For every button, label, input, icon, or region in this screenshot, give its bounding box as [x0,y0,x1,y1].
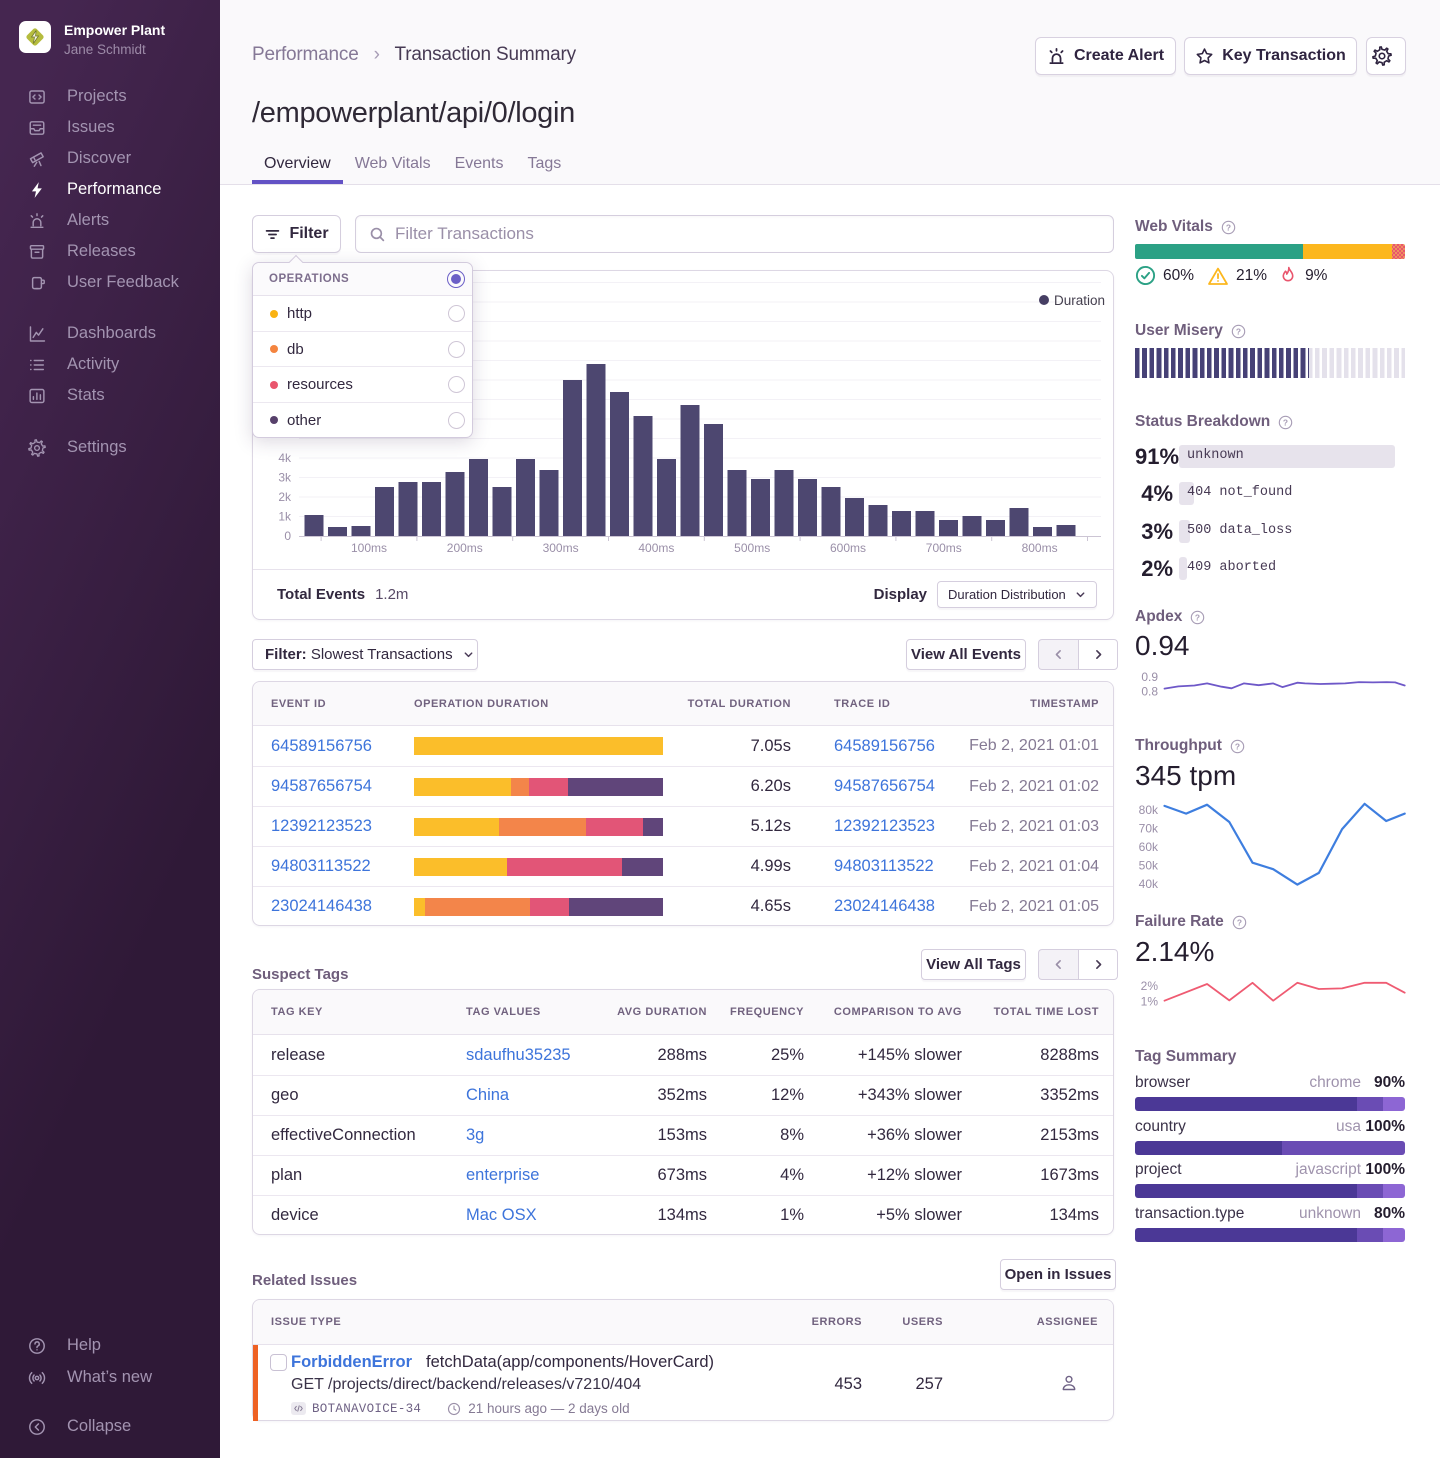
svg-text:80k: 80k [1139,803,1159,817]
svg-text:40k: 40k [1139,877,1159,891]
svg-text:1%: 1% [1141,995,1159,1009]
svg-text:?: ? [1236,326,1241,336]
svg-text:70k: 70k [1139,822,1159,836]
svg-text:0.9: 0.9 [1141,670,1158,684]
svg-text:700ms: 700ms [926,541,962,555]
svg-text:?: ? [1237,917,1242,927]
svg-text:0: 0 [284,529,291,543]
svg-text:?: ? [1235,741,1240,751]
svg-text:800ms: 800ms [1022,541,1058,555]
svg-text:4k: 4k [278,451,292,465]
svg-text:?: ? [1195,612,1200,622]
svg-text:200ms: 200ms [447,541,483,555]
svg-text:400ms: 400ms [638,541,674,555]
svg-text:60k: 60k [1139,840,1159,854]
svg-text:0.8: 0.8 [1141,685,1158,699]
svg-text:600ms: 600ms [830,541,866,555]
svg-text:?: ? [1283,417,1288,427]
svg-text:500ms: 500ms [734,541,770,555]
svg-text:3k: 3k [278,471,292,485]
svg-text:?: ? [1226,222,1231,232]
svg-text:Duration: Duration [1054,293,1105,308]
svg-text:2k: 2k [278,490,292,504]
svg-text:50k: 50k [1139,859,1159,873]
svg-text:300ms: 300ms [543,541,579,555]
svg-text:2%: 2% [1141,979,1159,993]
svg-text:100ms: 100ms [351,541,387,555]
svg-text:1k: 1k [278,510,292,524]
